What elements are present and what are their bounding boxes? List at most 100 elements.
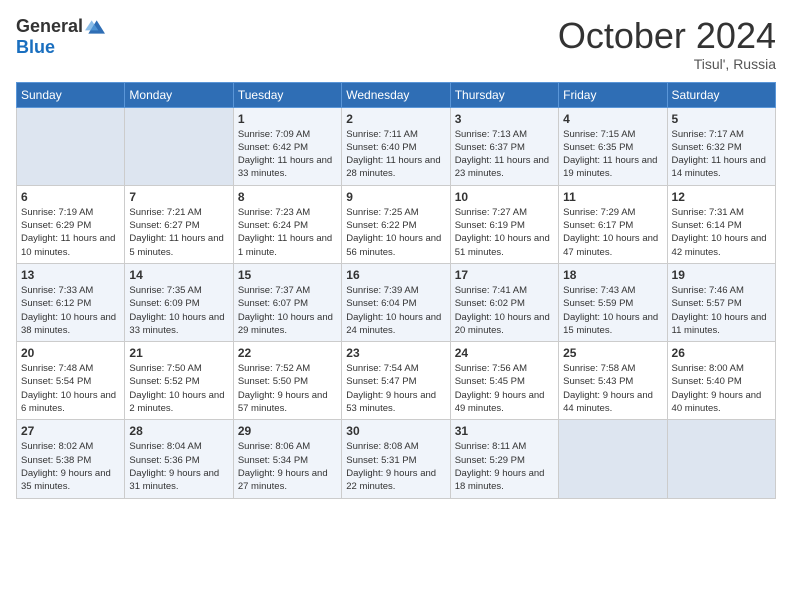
calendar-cell: 9 Sunrise: 7:25 AM Sunset: 6:22 PM Dayli… — [342, 185, 450, 263]
day-info: Sunrise: 7:48 AM Sunset: 5:54 PM Dayligh… — [21, 362, 120, 415]
day-number: 12 — [672, 190, 771, 204]
calendar-cell: 7 Sunrise: 7:21 AM Sunset: 6:27 PM Dayli… — [125, 185, 233, 263]
calendar-cell: 10 Sunrise: 7:27 AM Sunset: 6:19 PM Dayl… — [450, 185, 558, 263]
weekday-header: Thursday — [450, 82, 558, 107]
day-info: Sunrise: 7:25 AM Sunset: 6:22 PM Dayligh… — [346, 206, 445, 259]
calendar-week-row: 20 Sunrise: 7:48 AM Sunset: 5:54 PM Dayl… — [17, 342, 776, 420]
day-number: 23 — [346, 346, 445, 360]
calendar-cell: 22 Sunrise: 7:52 AM Sunset: 5:50 PM Dayl… — [233, 342, 341, 420]
logo-icon — [85, 17, 105, 37]
calendar-week-row: 13 Sunrise: 7:33 AM Sunset: 6:12 PM Dayl… — [17, 263, 776, 341]
day-number: 28 — [129, 424, 228, 438]
calendar-cell: 2 Sunrise: 7:11 AM Sunset: 6:40 PM Dayli… — [342, 107, 450, 185]
day-info: Sunrise: 7:31 AM Sunset: 6:14 PM Dayligh… — [672, 206, 771, 259]
day-info: Sunrise: 7:21 AM Sunset: 6:27 PM Dayligh… — [129, 206, 228, 259]
day-number: 21 — [129, 346, 228, 360]
day-number: 6 — [21, 190, 120, 204]
day-info: Sunrise: 7:58 AM Sunset: 5:43 PM Dayligh… — [563, 362, 662, 415]
day-info: Sunrise: 7:09 AM Sunset: 6:42 PM Dayligh… — [238, 128, 337, 181]
calendar-cell: 11 Sunrise: 7:29 AM Sunset: 6:17 PM Dayl… — [559, 185, 667, 263]
day-number: 4 — [563, 112, 662, 126]
day-number: 5 — [672, 112, 771, 126]
calendar-cell: 8 Sunrise: 7:23 AM Sunset: 6:24 PM Dayli… — [233, 185, 341, 263]
day-number: 29 — [238, 424, 337, 438]
day-info: Sunrise: 7:19 AM Sunset: 6:29 PM Dayligh… — [21, 206, 120, 259]
month-title: October 2024 — [558, 16, 776, 56]
calendar-cell — [667, 420, 775, 498]
day-info: Sunrise: 7:27 AM Sunset: 6:19 PM Dayligh… — [455, 206, 554, 259]
day-number: 10 — [455, 190, 554, 204]
day-number: 20 — [21, 346, 120, 360]
day-info: Sunrise: 7:52 AM Sunset: 5:50 PM Dayligh… — [238, 362, 337, 415]
calendar-cell: 18 Sunrise: 7:43 AM Sunset: 5:59 PM Dayl… — [559, 263, 667, 341]
calendar-cell: 20 Sunrise: 7:48 AM Sunset: 5:54 PM Dayl… — [17, 342, 125, 420]
calendar-cell: 6 Sunrise: 7:19 AM Sunset: 6:29 PM Dayli… — [17, 185, 125, 263]
calendar-cell: 4 Sunrise: 7:15 AM Sunset: 6:35 PM Dayli… — [559, 107, 667, 185]
calendar-cell: 19 Sunrise: 7:46 AM Sunset: 5:57 PM Dayl… — [667, 263, 775, 341]
day-info: Sunrise: 7:33 AM Sunset: 6:12 PM Dayligh… — [21, 284, 120, 337]
day-info: Sunrise: 7:29 AM Sunset: 6:17 PM Dayligh… — [563, 206, 662, 259]
day-number: 13 — [21, 268, 120, 282]
calendar-cell: 31 Sunrise: 8:11 AM Sunset: 5:29 PM Dayl… — [450, 420, 558, 498]
calendar-cell: 5 Sunrise: 7:17 AM Sunset: 6:32 PM Dayli… — [667, 107, 775, 185]
day-info: Sunrise: 8:06 AM Sunset: 5:34 PM Dayligh… — [238, 440, 337, 493]
day-info: Sunrise: 8:04 AM Sunset: 5:36 PM Dayligh… — [129, 440, 228, 493]
weekday-header: Friday — [559, 82, 667, 107]
calendar-cell: 1 Sunrise: 7:09 AM Sunset: 6:42 PM Dayli… — [233, 107, 341, 185]
day-info: Sunrise: 7:37 AM Sunset: 6:07 PM Dayligh… — [238, 284, 337, 337]
calendar-cell: 28 Sunrise: 8:04 AM Sunset: 5:36 PM Dayl… — [125, 420, 233, 498]
calendar-cell — [125, 107, 233, 185]
calendar-cell: 30 Sunrise: 8:08 AM Sunset: 5:31 PM Dayl… — [342, 420, 450, 498]
day-number: 31 — [455, 424, 554, 438]
calendar-cell: 14 Sunrise: 7:35 AM Sunset: 6:09 PM Dayl… — [125, 263, 233, 341]
day-number: 17 — [455, 268, 554, 282]
day-number: 2 — [346, 112, 445, 126]
day-info: Sunrise: 7:13 AM Sunset: 6:37 PM Dayligh… — [455, 128, 554, 181]
calendar-cell: 16 Sunrise: 7:39 AM Sunset: 6:04 PM Dayl… — [342, 263, 450, 341]
day-number: 18 — [563, 268, 662, 282]
calendar-cell: 24 Sunrise: 7:56 AM Sunset: 5:45 PM Dayl… — [450, 342, 558, 420]
calendar-cell: 23 Sunrise: 7:54 AM Sunset: 5:47 PM Dayl… — [342, 342, 450, 420]
weekday-header: Tuesday — [233, 82, 341, 107]
location: Tisul', Russia — [558, 56, 776, 72]
calendar-cell: 29 Sunrise: 8:06 AM Sunset: 5:34 PM Dayl… — [233, 420, 341, 498]
calendar-cell: 21 Sunrise: 7:50 AM Sunset: 5:52 PM Dayl… — [125, 342, 233, 420]
day-number: 14 — [129, 268, 228, 282]
calendar-cell — [17, 107, 125, 185]
day-number: 3 — [455, 112, 554, 126]
calendar-cell: 13 Sunrise: 7:33 AM Sunset: 6:12 PM Dayl… — [17, 263, 125, 341]
calendar-cell: 15 Sunrise: 7:37 AM Sunset: 6:07 PM Dayl… — [233, 263, 341, 341]
day-number: 8 — [238, 190, 337, 204]
calendar-week-row: 27 Sunrise: 8:02 AM Sunset: 5:38 PM Dayl… — [17, 420, 776, 498]
page-header: General Blue October 2024 Tisul', Russia — [16, 16, 776, 72]
calendar-cell: 25 Sunrise: 7:58 AM Sunset: 5:43 PM Dayl… — [559, 342, 667, 420]
day-info: Sunrise: 8:08 AM Sunset: 5:31 PM Dayligh… — [346, 440, 445, 493]
day-info: Sunrise: 8:02 AM Sunset: 5:38 PM Dayligh… — [21, 440, 120, 493]
day-info: Sunrise: 7:35 AM Sunset: 6:09 PM Dayligh… — [129, 284, 228, 337]
weekday-header-row: SundayMondayTuesdayWednesdayThursdayFrid… — [17, 82, 776, 107]
logo-general: General — [16, 16, 83, 37]
day-info: Sunrise: 7:41 AM Sunset: 6:02 PM Dayligh… — [455, 284, 554, 337]
title-block: October 2024 Tisul', Russia — [558, 16, 776, 72]
weekday-header: Sunday — [17, 82, 125, 107]
day-info: Sunrise: 7:43 AM Sunset: 5:59 PM Dayligh… — [563, 284, 662, 337]
logo: General Blue — [16, 16, 105, 58]
day-info: Sunrise: 8:00 AM Sunset: 5:40 PM Dayligh… — [672, 362, 771, 415]
calendar-cell: 3 Sunrise: 7:13 AM Sunset: 6:37 PM Dayli… — [450, 107, 558, 185]
day-number: 9 — [346, 190, 445, 204]
day-number: 7 — [129, 190, 228, 204]
day-info: Sunrise: 7:15 AM Sunset: 6:35 PM Dayligh… — [563, 128, 662, 181]
calendar-table: SundayMondayTuesdayWednesdayThursdayFrid… — [16, 82, 776, 499]
day-info: Sunrise: 7:56 AM Sunset: 5:45 PM Dayligh… — [455, 362, 554, 415]
day-info: Sunrise: 7:46 AM Sunset: 5:57 PM Dayligh… — [672, 284, 771, 337]
day-info: Sunrise: 7:11 AM Sunset: 6:40 PM Dayligh… — [346, 128, 445, 181]
calendar-cell — [559, 420, 667, 498]
day-number: 24 — [455, 346, 554, 360]
day-number: 15 — [238, 268, 337, 282]
day-number: 27 — [21, 424, 120, 438]
day-number: 16 — [346, 268, 445, 282]
day-info: Sunrise: 7:17 AM Sunset: 6:32 PM Dayligh… — [672, 128, 771, 181]
weekday-header: Wednesday — [342, 82, 450, 107]
calendar-week-row: 6 Sunrise: 7:19 AM Sunset: 6:29 PM Dayli… — [17, 185, 776, 263]
day-info: Sunrise: 7:50 AM Sunset: 5:52 PM Dayligh… — [129, 362, 228, 415]
